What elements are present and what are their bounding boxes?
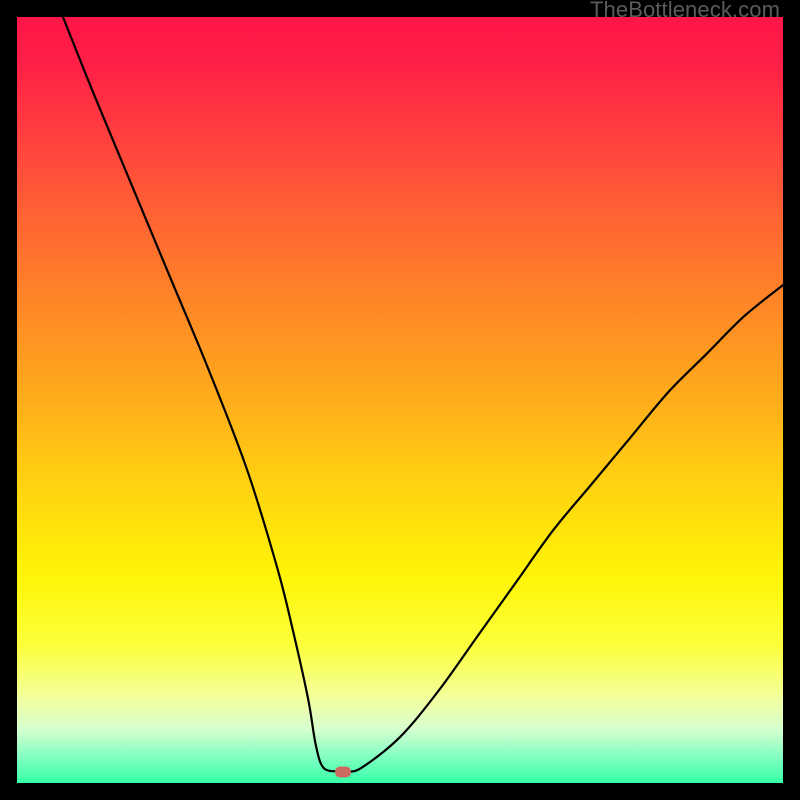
plot-area xyxy=(17,17,783,783)
optimal-point-marker xyxy=(335,766,351,777)
chart-frame: TheBottleneck.com xyxy=(0,0,800,800)
bottleneck-curve xyxy=(17,17,783,783)
